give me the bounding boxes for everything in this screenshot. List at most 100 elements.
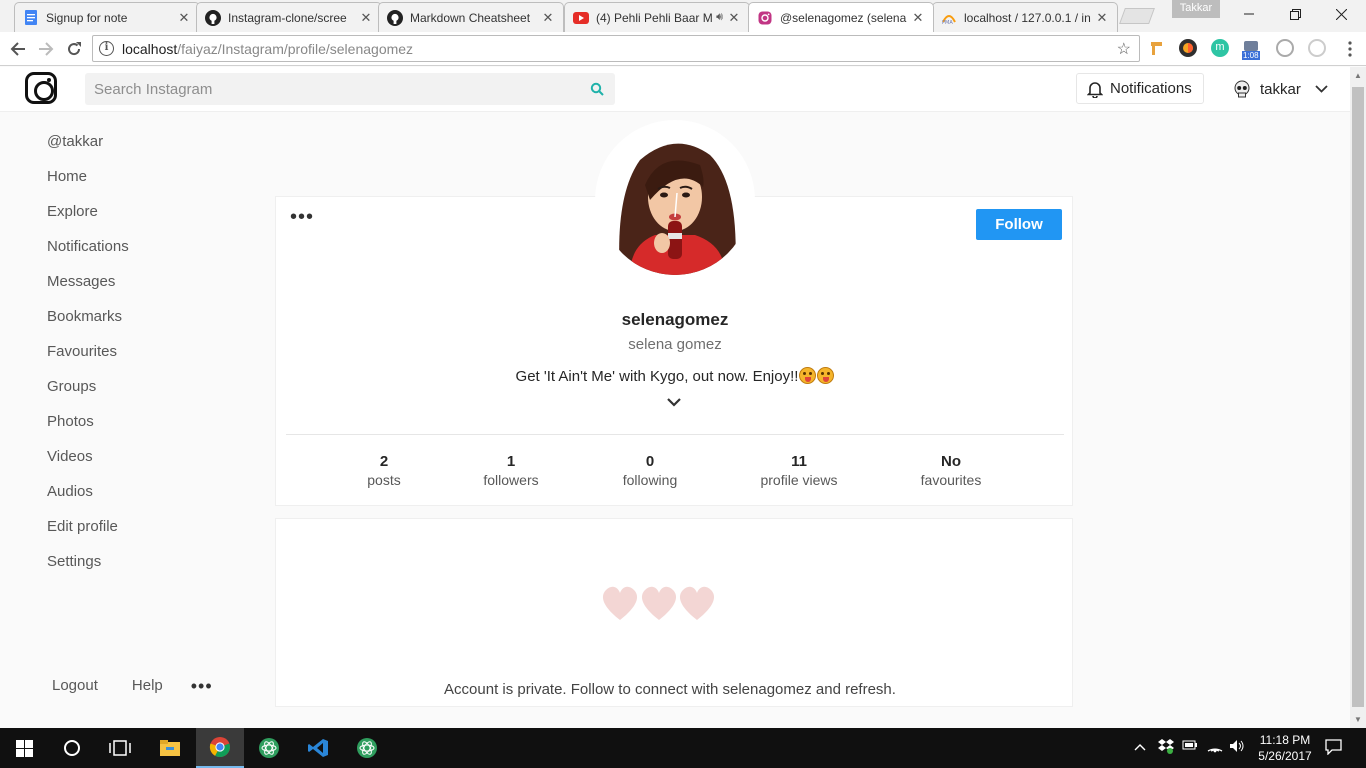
- bookmark-star-icon[interactable]: ☆: [1117, 39, 1131, 59]
- new-tab-button[interactable]: [1119, 8, 1155, 24]
- sidebar-item-notifications[interactable]: Notifications: [47, 238, 129, 273]
- sidebar-item-edit-profile[interactable]: Edit profile: [47, 518, 129, 553]
- extension-icon[interactable]: m: [1211, 39, 1229, 57]
- sidebar-item-groups[interactable]: Groups: [47, 378, 129, 413]
- search-icon[interactable]: [579, 82, 615, 96]
- close-icon[interactable]: ✕: [541, 10, 555, 26]
- file-explorer-icon[interactable]: [146, 728, 194, 768]
- tray-chevron-up-icon[interactable]: [1134, 739, 1146, 754]
- battery-icon[interactable]: [1182, 739, 1198, 754]
- scroll-down-icon[interactable]: ▼: [1354, 715, 1362, 724]
- extension-icon[interactable]: [1179, 39, 1197, 57]
- system-clock[interactable]: 11:18 PM 5/26/2017: [1252, 732, 1318, 764]
- user-menu[interactable]: takkar: [1232, 77, 1328, 101]
- close-icon[interactable]: ✕: [359, 10, 373, 26]
- extension-icon[interactable]: [1149, 39, 1167, 57]
- info-icon[interactable]: i: [99, 41, 114, 56]
- stat-label: profile views: [760, 472, 838, 488]
- help-link[interactable]: Help: [132, 677, 163, 694]
- profile-options-icon[interactable]: •••: [290, 207, 314, 227]
- stat-value: 0: [645, 453, 655, 470]
- extension-icon[interactable]: [1308, 39, 1326, 57]
- profile-avatar[interactable]: [595, 120, 755, 280]
- tab-title: localhost / 127.0.0.1 / in: [964, 10, 1091, 25]
- sidebar-item-bookmarks[interactable]: Bookmarks: [47, 308, 129, 343]
- close-icon[interactable]: ✕: [911, 10, 925, 26]
- tab-title: Signup for note: [46, 10, 128, 25]
- private-account-card: Account is private. Follow to connect wi…: [275, 518, 1073, 707]
- wifi-icon[interactable]: [1207, 739, 1223, 756]
- stat-label: favourites: [920, 472, 982, 488]
- stat-label: posts: [367, 472, 401, 488]
- sidebar-item-favourites[interactable]: Favourites: [47, 343, 129, 378]
- stat-posts[interactable]: 2 posts: [367, 453, 400, 488]
- address-bar[interactable]: i localhost/faiyaz/Instagram/profile/sel…: [92, 35, 1140, 62]
- sidebar-item-photos[interactable]: Photos: [47, 413, 129, 448]
- close-icon[interactable]: ✕: [727, 10, 741, 26]
- volume-icon[interactable]: [1229, 739, 1245, 756]
- clock-time: 11:18 PM: [1259, 733, 1311, 747]
- tab-title: @selenagomez (selena: [780, 10, 907, 25]
- notifications-button[interactable]: Notifications: [1076, 73, 1204, 104]
- extension-icon[interactable]: [1276, 39, 1294, 57]
- sidebar-item-explore[interactable]: Explore: [47, 203, 129, 238]
- back-icon[interactable]: [6, 37, 30, 61]
- browser-tab[interactable]: Instagram-clone/scree ✕: [196, 2, 382, 32]
- chrome-icon[interactable]: [196, 728, 244, 768]
- instagram-logo-icon[interactable]: [25, 72, 57, 104]
- profile-username: selenagomez: [621, 310, 729, 329]
- atom-icon[interactable]: [343, 728, 391, 768]
- minimize-icon[interactable]: [1226, 0, 1272, 28]
- doc-icon: [23, 10, 39, 26]
- scrollbar-thumb[interactable]: [1352, 87, 1364, 707]
- restore-icon[interactable]: [1272, 0, 1318, 28]
- stat-following[interactable]: 0 following: [623, 453, 677, 488]
- tongue-emoji-icon: [799, 367, 817, 384]
- cortana-search-icon[interactable]: [48, 728, 96, 768]
- vscode-icon[interactable]: [294, 728, 342, 768]
- browser-tab[interactable]: Markdown Cheatsheet ✕: [378, 2, 564, 32]
- reload-icon[interactable]: [62, 37, 86, 61]
- dropbox-icon[interactable]: [1158, 739, 1174, 757]
- stat-profile-views[interactable]: 11 profile views: [760, 453, 837, 488]
- page-scrollbar[interactable]: ▲ ▼: [1350, 67, 1366, 728]
- extension-badge: 1:08: [1242, 51, 1260, 60]
- github-icon: [387, 9, 403, 26]
- speaker-icon[interactable]: 🔊︎: [716, 11, 723, 24]
- close-icon[interactable]: ✕: [177, 10, 191, 26]
- sidebar-item-settings[interactable]: Settings: [47, 553, 129, 588]
- more-options-icon[interactable]: •••: [191, 677, 213, 695]
- browser-profile-name[interactable]: Takkar: [1172, 0, 1220, 18]
- atom-icon[interactable]: [245, 728, 293, 768]
- close-icon[interactable]: ✕: [1095, 10, 1109, 26]
- forward-icon[interactable]: [34, 37, 58, 61]
- scroll-up-icon[interactable]: ▲: [1354, 71, 1362, 80]
- sidebar-footer: Logout Help •••: [52, 677, 213, 695]
- expand-chevron-icon[interactable]: [666, 397, 682, 407]
- user-avatar-icon: [1232, 79, 1252, 99]
- sidebar-item-audios[interactable]: Audios: [47, 483, 129, 518]
- sidebar-item-videos[interactable]: Videos: [47, 448, 129, 483]
- task-view-icon[interactable]: [96, 728, 144, 768]
- browser-toolbar: i localhost/faiyaz/Instagram/profile/sel…: [0, 32, 1366, 66]
- extension-icon[interactable]: 1:08: [1242, 39, 1260, 60]
- profile-full-name: selena gomez: [628, 336, 722, 353]
- search-input[interactable]: [85, 73, 579, 105]
- browser-tab[interactable]: PMA localhost / 127.0.0.1 / in ✕: [932, 2, 1118, 32]
- sidebar-item-profile-handle[interactable]: @takkar: [47, 133, 129, 168]
- notifications-label: Notifications: [1110, 80, 1192, 97]
- window-close-icon[interactable]: [1318, 0, 1364, 28]
- follow-button[interactable]: Follow: [976, 209, 1062, 240]
- browser-tab[interactable]: Signup for note ✕: [14, 2, 200, 32]
- browser-tab-active[interactable]: @selenagomez (selena ✕: [748, 2, 934, 32]
- action-center-icon[interactable]: [1325, 739, 1342, 758]
- sidebar-item-messages[interactable]: Messages: [47, 273, 129, 308]
- stat-favourites[interactable]: No favourites: [921, 453, 982, 488]
- browser-menu-icon[interactable]: [1338, 37, 1362, 61]
- windows-start-icon[interactable]: [0, 728, 48, 768]
- address-host: localhost: [122, 40, 178, 57]
- sidebar-item-home[interactable]: Home: [47, 168, 129, 203]
- logout-link[interactable]: Logout: [52, 677, 98, 694]
- browser-tab[interactable]: (4) Pehli Pehli Baar M 🔊︎ ✕: [564, 2, 750, 32]
- stat-followers[interactable]: 1 followers: [483, 453, 538, 488]
